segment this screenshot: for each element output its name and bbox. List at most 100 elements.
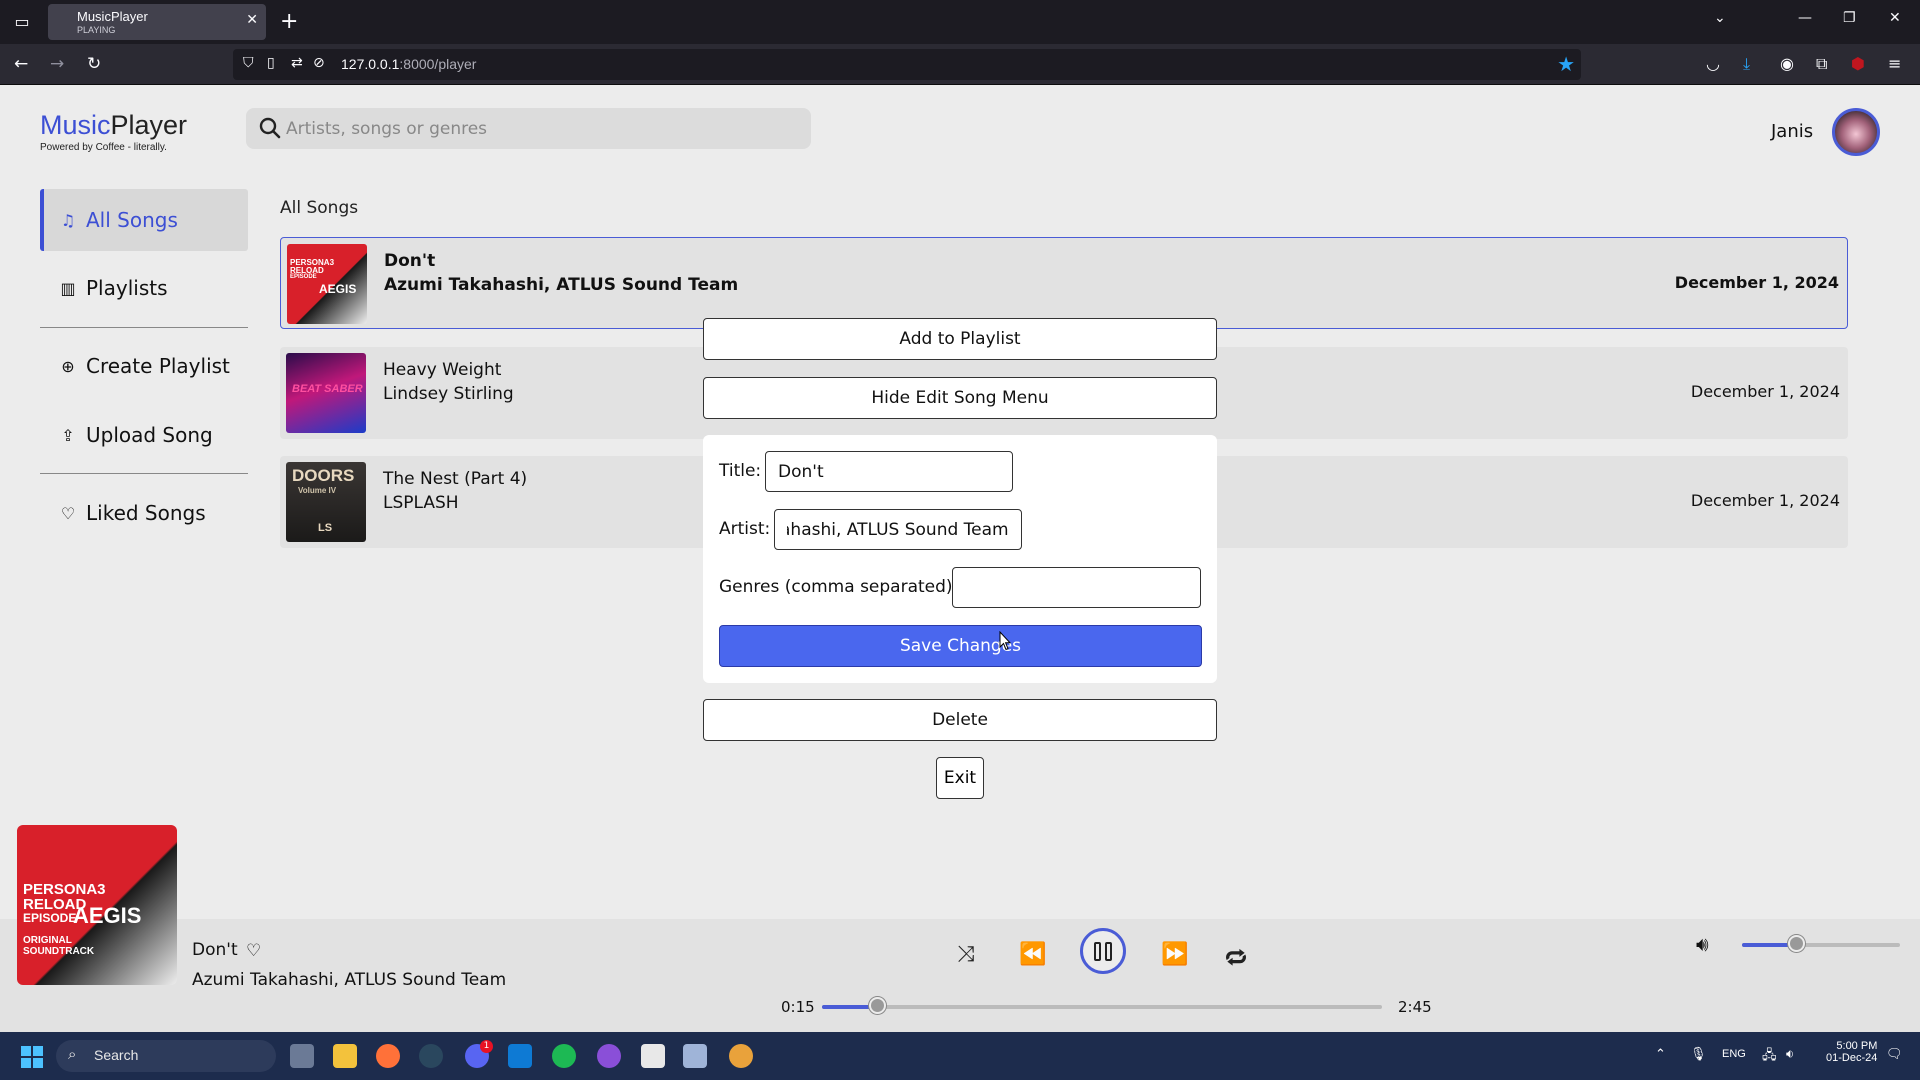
song-title: Don't [384, 251, 436, 271]
sidebar-item-all-songs[interactable]: ♫ All Songs [40, 189, 248, 251]
file-explorer-icon[interactable] [333, 1044, 357, 1068]
autoplay-blocked-icon[interactable]: ⊘ [313, 55, 325, 71]
search-input[interactable] [286, 108, 786, 149]
steam-icon[interactable] [419, 1044, 443, 1068]
song-artist: LSPLASH [383, 493, 459, 513]
search-bar[interactable] [246, 108, 811, 149]
sidebar-item-label: All Songs [86, 208, 178, 232]
add-to-playlist-button[interactable]: Add to Playlist [703, 318, 1217, 360]
song-artist: Lindsey Stirling [383, 384, 514, 404]
like-heart-icon[interactable]: ♡ [246, 941, 261, 961]
menu-icon[interactable]: ≡ [1888, 54, 1901, 73]
extensions-icon[interactable]: ⧉ [1816, 54, 1827, 74]
song-row[interactable]: PERSONA3 RELOAD EPISODE AEGIS Don't Azum… [280, 237, 1848, 329]
volume-slider[interactable] [1742, 943, 1900, 947]
close-tab-icon[interactable]: ✕ [246, 12, 258, 28]
app-icon[interactable] [729, 1044, 753, 1068]
pause-icon [1094, 942, 1101, 961]
speaker-icon[interactable]: 🔉︎ [1786, 1046, 1794, 1062]
app-icon[interactable] [597, 1044, 621, 1068]
search-icon [259, 117, 281, 139]
firefox-icon[interactable] [376, 1044, 400, 1068]
now-playing-title: Don't [192, 940, 238, 960]
minimize-icon[interactable]: — [1798, 10, 1812, 26]
windows-start-icon[interactable] [21, 1046, 43, 1068]
windows-taskbar: ⌕ Search 1 ⌃ 🎙︎ ENG 🖧︎ 🔉︎ 5:00 PM 01-Dec… [0, 1032, 1920, 1080]
reload-icon[interactable]: ↻ [87, 54, 101, 74]
back-icon[interactable]: ← [14, 54, 28, 74]
delete-button[interactable]: Delete [703, 699, 1217, 741]
repeat-icon[interactable]: 🔁︎ [1225, 941, 1247, 973]
sidebar-divider [40, 327, 248, 328]
title-field[interactable] [765, 451, 1013, 492]
user-name[interactable]: Janis [1771, 121, 1813, 142]
tab-list-icon[interactable]: ▭ [8, 8, 36, 36]
downloads-icon[interactable]: ⤓ [1743, 54, 1750, 74]
pause-button[interactable] [1080, 928, 1126, 974]
progress-bar[interactable] [822, 1005, 1382, 1009]
discord-badge: 1 [480, 1040, 493, 1053]
upload-icon: ⇪ [61, 425, 75, 445]
sidebar-item-create-playlist[interactable]: ⊕ Create Playlist [40, 335, 248, 397]
progress-handle[interactable] [869, 997, 886, 1014]
song-title: Heavy Weight [383, 360, 502, 380]
app-logo[interactable]: MusicPlayer Powered by Coffee - literall… [40, 110, 187, 153]
spotify-icon[interactable] [552, 1044, 576, 1068]
album-art: BEAT SABER [286, 353, 366, 433]
browser-tab[interactable]: MusicPlayer PLAYING ✕ [48, 4, 266, 40]
song-date: December 1, 2024 [1674, 273, 1839, 292]
pocket-icon[interactable]: ◡ [1706, 54, 1720, 73]
sidebar-divider [40, 473, 248, 474]
language-indicator[interactable]: ENG [1722, 1048, 1746, 1060]
7zip-icon[interactable] [641, 1044, 665, 1068]
app-icon[interactable] [683, 1044, 707, 1068]
clock[interactable]: 5:00 PM 01-Dec-24 [1826, 1040, 1877, 1064]
tray-overflow-icon[interactable]: ⌃ [1655, 1046, 1666, 1062]
save-changes-button[interactable]: Save Changes [719, 625, 1202, 667]
list-all-tabs-icon[interactable]: ⌄ [1714, 10, 1726, 26]
artist-field[interactable] [774, 509, 1022, 550]
sidebar-item-liked-songs[interactable]: ♡ Liked Songs [40, 482, 248, 544]
search-icon: ⌕ [68, 1046, 77, 1063]
edit-song-panel: Title: Artist: Genres (comma separated):… [703, 435, 1217, 683]
sidebar-item-label: Liked Songs [86, 501, 206, 525]
permissions-icon[interactable]: ⇄ [291, 55, 303, 71]
task-view-icon[interactable] [290, 1044, 314, 1068]
previous-icon[interactable]: ⏪ [1019, 941, 1046, 967]
artist-label: Artist: [719, 519, 771, 539]
restore-icon[interactable]: ❐ [1843, 10, 1856, 26]
shield-icon[interactable]: ⛉ [243, 55, 254, 71]
forward-icon[interactable]: → [50, 54, 64, 74]
shuffle-icon[interactable]: ⤨ [957, 941, 975, 967]
tab-playing-label: PLAYING [77, 25, 116, 35]
taskbar-search-label: Search [94, 1047, 139, 1063]
now-playing-album-art: PERSONA3 RELOAD EPISODE AEGIS ORIGINAL S… [17, 825, 177, 985]
sidebar-item-upload-song[interactable]: ⇪ Upload Song [40, 404, 248, 466]
page-icon[interactable]: ▯ [267, 55, 275, 71]
volume-icon[interactable]: 🔊︎ [1696, 932, 1709, 956]
close-window-icon[interactable]: ✕ [1889, 10, 1901, 26]
sidebar-item-playlists[interactable]: ▥ Playlists [40, 257, 248, 319]
plus-circle-icon: ⊕ [61, 356, 75, 376]
ublock-icon[interactable]: ⬢ [1851, 54, 1865, 73]
vscode-icon[interactable] [508, 1044, 532, 1068]
address-bar[interactable]: ⛉ ▯ ⇄ ⊘ 127.0.0.1:8000/player ★ [233, 49, 1581, 80]
bookmark-star-icon[interactable]: ★ [1557, 52, 1575, 76]
song-date: December 1, 2024 [1690, 382, 1840, 401]
song-title: The Nest (Part 4) [383, 469, 528, 489]
sidebar-item-label: Upload Song [86, 423, 213, 447]
new-tab-icon[interactable]: + [280, 8, 298, 36]
tab-title: MusicPlayer [77, 9, 148, 24]
account-icon[interactable]: ◉ [1780, 54, 1794, 73]
notifications-icon[interactable]: 🗨︎ [1886, 1046, 1903, 1062]
network-icon[interactable]: 🖧︎ [1762, 1046, 1777, 1068]
taskbar-search[interactable]: ⌕ Search [56, 1040, 276, 1072]
genres-field[interactable] [952, 567, 1201, 608]
url-text: 127.0.0.1:8000/player [341, 56, 477, 72]
next-icon[interactable]: ⏩ [1161, 941, 1188, 967]
microphone-icon[interactable]: 🎙︎ [1690, 1046, 1707, 1062]
user-avatar[interactable] [1832, 108, 1880, 156]
exit-button[interactable]: Exit [936, 757, 984, 799]
heart-icon: ♡ [60, 503, 76, 523]
hide-edit-song-menu-button[interactable]: Hide Edit Song Menu [703, 377, 1217, 419]
